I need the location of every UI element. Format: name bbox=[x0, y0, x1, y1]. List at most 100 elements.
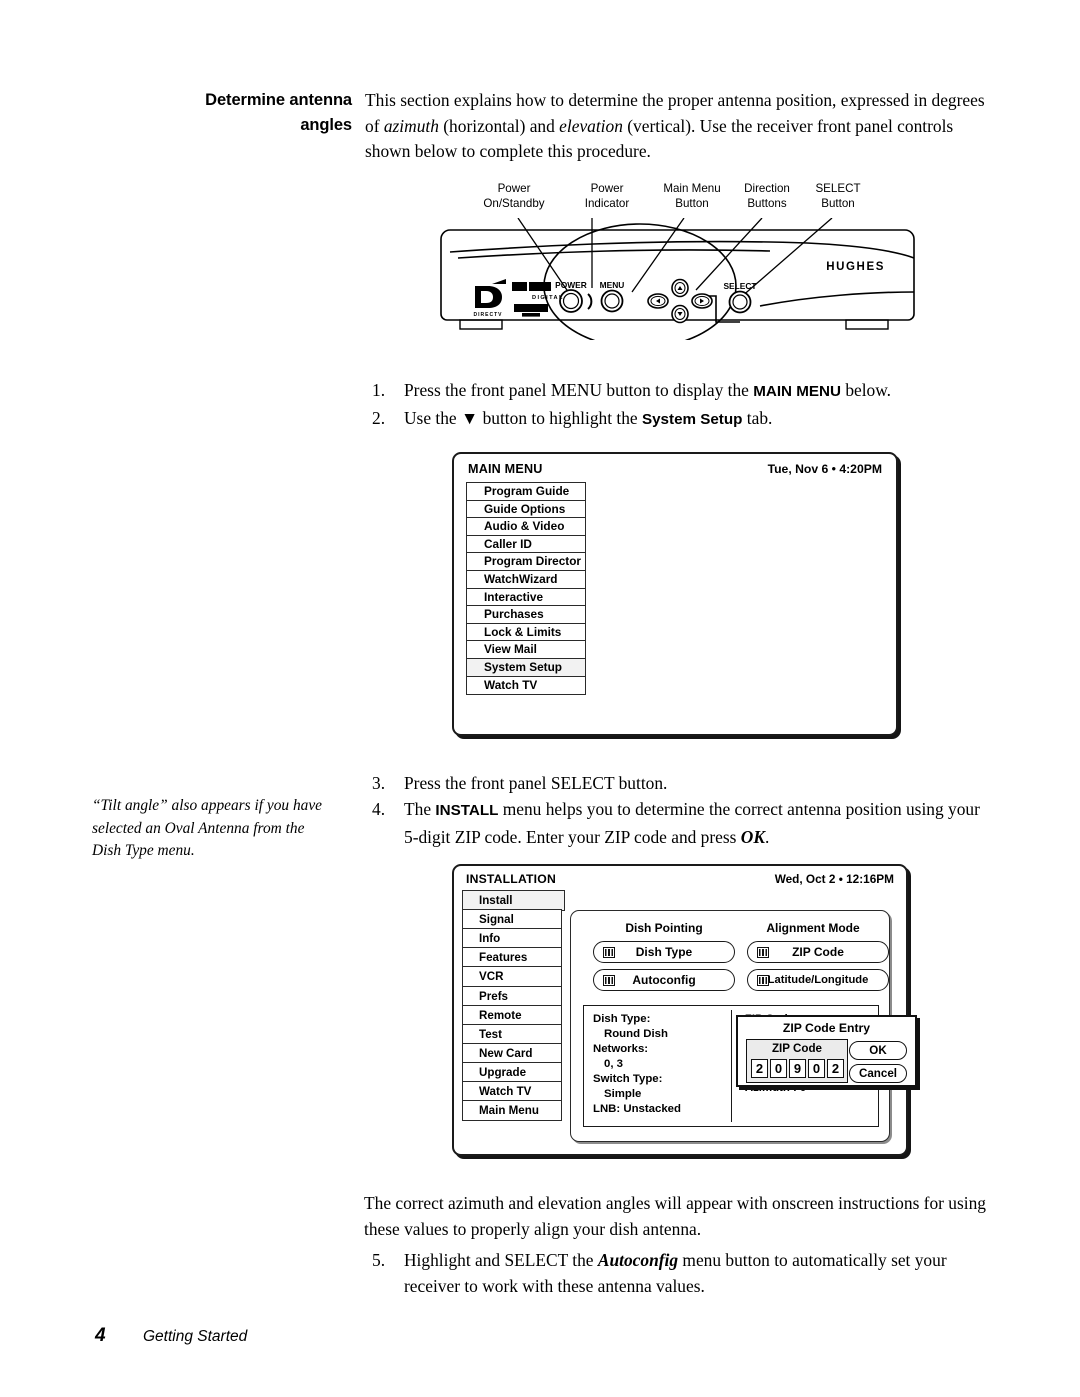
step-2: 2. Use the ▼ button to highlight the Syst… bbox=[372, 405, 992, 433]
tab-notch bbox=[467, 536, 481, 553]
tab-notch bbox=[463, 1044, 477, 1063]
zip-code-input-group[interactable]: ZIP Code 2 0 9 0 2 bbox=[746, 1039, 848, 1083]
zip-digit-3[interactable]: 9 bbox=[789, 1059, 806, 1078]
tab-notch bbox=[467, 553, 481, 570]
menu-bars-icon bbox=[603, 947, 615, 958]
tab-notch bbox=[467, 659, 481, 676]
main-menu-item-caller-id[interactable]: Caller ID bbox=[466, 534, 586, 554]
step-1-text-b: below. bbox=[840, 380, 892, 400]
svg-text:MENU: MENU bbox=[600, 280, 625, 290]
tab-notch bbox=[467, 483, 481, 500]
tab-label: Test bbox=[479, 1027, 502, 1041]
intro-text-part2: (horizontal) and bbox=[438, 115, 560, 136]
status-left-column: Dish Type: Round Dish Networks: 0, 3 Swi… bbox=[593, 1012, 681, 1117]
step-2-text-a: Use the bbox=[404, 408, 461, 428]
latitude-longitude-button[interactable]: Latitude/Longitude bbox=[747, 969, 889, 991]
installation-item-signal[interactable]: Signal bbox=[462, 909, 562, 930]
installation-item-upgrade[interactable]: Upgrade bbox=[462, 1061, 562, 1083]
tab-label: System Setup bbox=[484, 660, 563, 675]
step-5-container: 5. Highlight and SELECT the Autoconfig me… bbox=[372, 1247, 992, 1299]
tab-notch bbox=[467, 571, 481, 588]
tab-notch bbox=[467, 589, 481, 606]
menu-bars-icon bbox=[757, 975, 769, 986]
section-heading-body: This section explains how to determine t… bbox=[365, 88, 990, 165]
tab-label: Upgrade bbox=[479, 1065, 527, 1079]
main-menu-item-purchases[interactable]: Purchases bbox=[466, 605, 586, 625]
installation-item-vcr[interactable]: VCR bbox=[462, 966, 562, 987]
step-1-bold: MAIN MENU bbox=[753, 383, 841, 400]
callout-line1: Direction bbox=[744, 182, 790, 195]
main-menu-item-program-guide[interactable]: Program Guide bbox=[466, 482, 586, 501]
tab-notch bbox=[467, 501, 481, 518]
step-5-text-a: Highlight and SELECT the bbox=[404, 1250, 598, 1270]
dish-type-button[interactable]: Dish Type bbox=[593, 941, 735, 963]
installation-content-panel: Dish Pointing Alignment Mode Dish Type Z… bbox=[570, 910, 917, 1142]
switch-type-value: Simple bbox=[604, 1088, 642, 1100]
zip-code-mode-button[interactable]: ZIP Code bbox=[747, 941, 889, 963]
callout-line1: Main Menu bbox=[663, 182, 721, 195]
receiver-front-panel-figure: Power On/Standby Power Indicator Main Me… bbox=[440, 180, 930, 340]
installation-item-watch-tv[interactable]: Watch TV bbox=[462, 1081, 562, 1102]
tab-notch bbox=[463, 1025, 477, 1044]
down-arrow-icon: ▼ bbox=[461, 408, 479, 428]
term-elevation: elevation bbox=[559, 115, 623, 136]
tab-notch bbox=[467, 518, 481, 535]
installation-item-remote[interactable]: Remote bbox=[462, 1004, 562, 1026]
section-heading-label-line1: Determine antenna bbox=[205, 91, 352, 109]
zip-digit-4[interactable]: 0 bbox=[808, 1059, 825, 1078]
main-menu-clock: Tue, Nov 6 • 4:20PM bbox=[767, 462, 882, 476]
tab-label: Program Director bbox=[484, 554, 582, 569]
zip-digit-2[interactable]: 0 bbox=[770, 1059, 787, 1078]
main-menu-item-audio-video[interactable]: Audio & Video bbox=[466, 517, 586, 537]
tab-notch bbox=[467, 624, 481, 641]
main-menu-item-system-setup[interactable]: System Setup bbox=[466, 658, 586, 678]
step-1: 1. Press the front panel MENU button to d… bbox=[372, 377, 992, 405]
installation-item-new-card[interactable]: New Card bbox=[462, 1042, 562, 1064]
tab-label: New Card bbox=[479, 1046, 533, 1060]
tab-notch bbox=[463, 929, 477, 948]
tab-label: Caller ID bbox=[484, 536, 532, 551]
tab-notch bbox=[463, 1082, 477, 1101]
installation-item-info[interactable]: Info bbox=[462, 928, 562, 949]
callout-select-button: SELECT Button bbox=[800, 182, 876, 211]
tab-notch bbox=[467, 677, 481, 694]
main-menu-item-guide-options[interactable]: Guide Options bbox=[466, 499, 586, 519]
tab-label: Interactive bbox=[484, 589, 544, 604]
tab-label: Install bbox=[479, 894, 513, 907]
callout-line1: Power bbox=[590, 182, 624, 195]
main-menu-item-interactive[interactable]: Interactive bbox=[466, 587, 586, 607]
installation-item-test[interactable]: Test bbox=[462, 1023, 562, 1045]
tab-label: Watch TV bbox=[484, 677, 538, 692]
autoconfig-button[interactable]: Autoconfig bbox=[593, 969, 735, 991]
main-menu-item-view-mail[interactable]: View Mail bbox=[466, 640, 586, 660]
tab-notch bbox=[463, 987, 477, 1006]
hughes-brand-mark: HUGHES bbox=[826, 261, 885, 273]
main-menu-item-watch-tv[interactable]: Watch TV bbox=[466, 675, 586, 695]
step-2-number: 2. bbox=[372, 408, 386, 428]
zip-dialog-ok-button[interactable]: OK bbox=[849, 1041, 907, 1060]
dish-type-value: Round Dish bbox=[604, 1028, 668, 1040]
svg-text:DIRECTV: DIRECTV bbox=[474, 312, 503, 318]
installation-item-prefs[interactable]: Prefs bbox=[462, 985, 562, 1007]
zip-digit-1[interactable]: 2 bbox=[751, 1059, 768, 1078]
installation-menu-screenshot: INSTALLATION Wed, Oct 2 • 12:16PM Instal… bbox=[452, 864, 917, 1156]
tab-notch bbox=[463, 891, 477, 910]
footer-section-name: Getting Started bbox=[143, 1328, 248, 1345]
main-menu-item-program-director[interactable]: Program Director bbox=[466, 552, 586, 572]
section-heading-label-line2: angles bbox=[300, 116, 352, 134]
main-menu-tab-list: Program Guide Guide Options Audio & Vide… bbox=[466, 482, 586, 695]
callout-line2: Buttons bbox=[747, 196, 787, 210]
zip-code-digits[interactable]: 2 0 9 0 2 bbox=[751, 1059, 844, 1078]
main-menu-item-watchwizard[interactable]: WatchWizard bbox=[466, 570, 586, 590]
installation-item-main-menu[interactable]: Main Menu bbox=[462, 1100, 562, 1121]
main-menu-item-lock-limits[interactable]: Lock & Limits bbox=[466, 622, 586, 642]
step-4-number: 4. bbox=[372, 799, 386, 819]
installation-item-install[interactable]: Install bbox=[462, 890, 565, 911]
callout-line2: Button bbox=[821, 196, 855, 210]
tab-notch bbox=[463, 948, 477, 967]
zip-dialog-cancel-button[interactable]: Cancel bbox=[849, 1064, 907, 1083]
zip-digit-5[interactable]: 2 bbox=[827, 1059, 844, 1078]
dish-type-value-label: Dish Type: bbox=[593, 1013, 651, 1025]
installation-item-features[interactable]: Features bbox=[462, 947, 562, 968]
tab-label: Main Menu bbox=[479, 1104, 539, 1118]
